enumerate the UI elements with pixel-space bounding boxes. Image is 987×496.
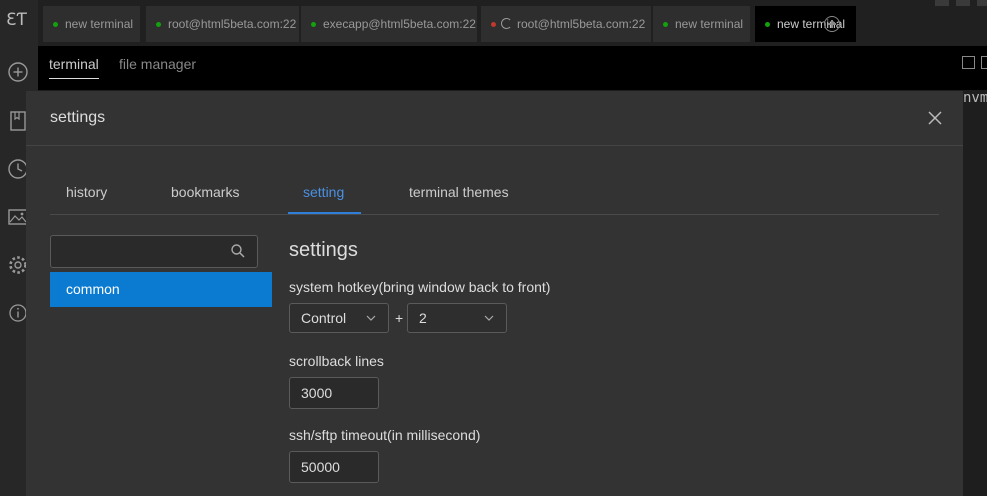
maximize-button[interactable] [956, 0, 970, 6]
search-icon[interactable] [230, 243, 246, 259]
settings-modal: settings history bookmarks setting termi… [26, 91, 963, 496]
status-dot [156, 22, 161, 27]
terminal-output: nvm [963, 90, 987, 106]
modal-title: settings [50, 109, 106, 126]
tab-file-manager[interactable]: file manager [119, 56, 196, 72]
tab-new-terminal-1[interactable]: new terminal [43, 6, 140, 42]
search-input[interactable] [50, 235, 258, 268]
status-dot [491, 22, 496, 27]
plus-separator: + [395, 310, 404, 326]
tab-new-terminal-2[interactable]: new terminal [653, 6, 750, 42]
close-window-button[interactable] [977, 0, 987, 6]
status-dot [663, 22, 668, 27]
tab-label: new terminal [675, 17, 744, 31]
timeout-label: ssh/sftp timeout(in millisecond) [289, 427, 481, 443]
close-icon[interactable] [926, 109, 944, 127]
split-layout-icon[interactable] [962, 56, 975, 69]
chevron-down-icon [484, 315, 494, 321]
settings-heading: settings [289, 239, 358, 261]
app-logo: ƐƬ [6, 10, 27, 30]
settings-list-item-common[interactable]: common [50, 272, 272, 307]
status-dot [53, 22, 58, 27]
session-header: terminal file manager [38, 46, 987, 90]
terminal-tab-bar: new terminal root@html5beta.com:22 execa… [38, 0, 987, 46]
timeout-input[interactable] [289, 451, 379, 483]
tab-label: new terminal [65, 17, 134, 31]
add-tab-icon[interactable] [824, 16, 840, 32]
plus-circle-icon[interactable] [7, 61, 29, 83]
chevron-down-icon [366, 315, 376, 321]
tab-label: execapp@html5beta.com:22 [323, 17, 476, 31]
tab-terminal[interactable]: terminal [49, 56, 99, 79]
tab-root-html5beta-2[interactable]: root@html5beta.com:22 [481, 6, 651, 42]
select-value: Control [301, 310, 347, 326]
split-vertical-icon[interactable] [981, 56, 987, 69]
scrollback-label: scrollback lines [289, 353, 384, 369]
hotkey-modifier-select[interactable]: Control [289, 303, 389, 333]
tab-terminal-themes[interactable]: terminal themes [409, 184, 509, 200]
tab-new-terminal-3[interactable]: new terminal [755, 6, 856, 42]
modal-header: settings [26, 91, 963, 146]
select-value: 2 [419, 310, 427, 326]
active-tab-indicator [288, 212, 361, 214]
settings-tabs: history bookmarks setting terminal theme… [50, 171, 939, 215]
tab-label: root@html5beta.com:22 [517, 17, 646, 31]
hotkey-label: system hotkey(bring window back to front… [289, 279, 551, 295]
tab-bookmarks[interactable]: bookmarks [171, 184, 239, 200]
tab-root-html5beta-1[interactable]: root@html5beta.com:22 [146, 6, 299, 42]
scrollback-input[interactable] [289, 377, 379, 409]
tab-execapp-html5beta[interactable]: execapp@html5beta.com:22 [301, 6, 477, 42]
tab-history[interactable]: history [66, 184, 107, 200]
hotkey-key-select[interactable]: 2 [407, 303, 507, 333]
tab-label: root@html5beta.com:22 [168, 17, 297, 31]
tab-setting[interactable]: setting [303, 184, 344, 200]
status-dot [765, 22, 770, 27]
status-dot [311, 22, 316, 27]
minimize-button[interactable] [935, 0, 949, 6]
loading-spinner-icon [501, 18, 512, 29]
